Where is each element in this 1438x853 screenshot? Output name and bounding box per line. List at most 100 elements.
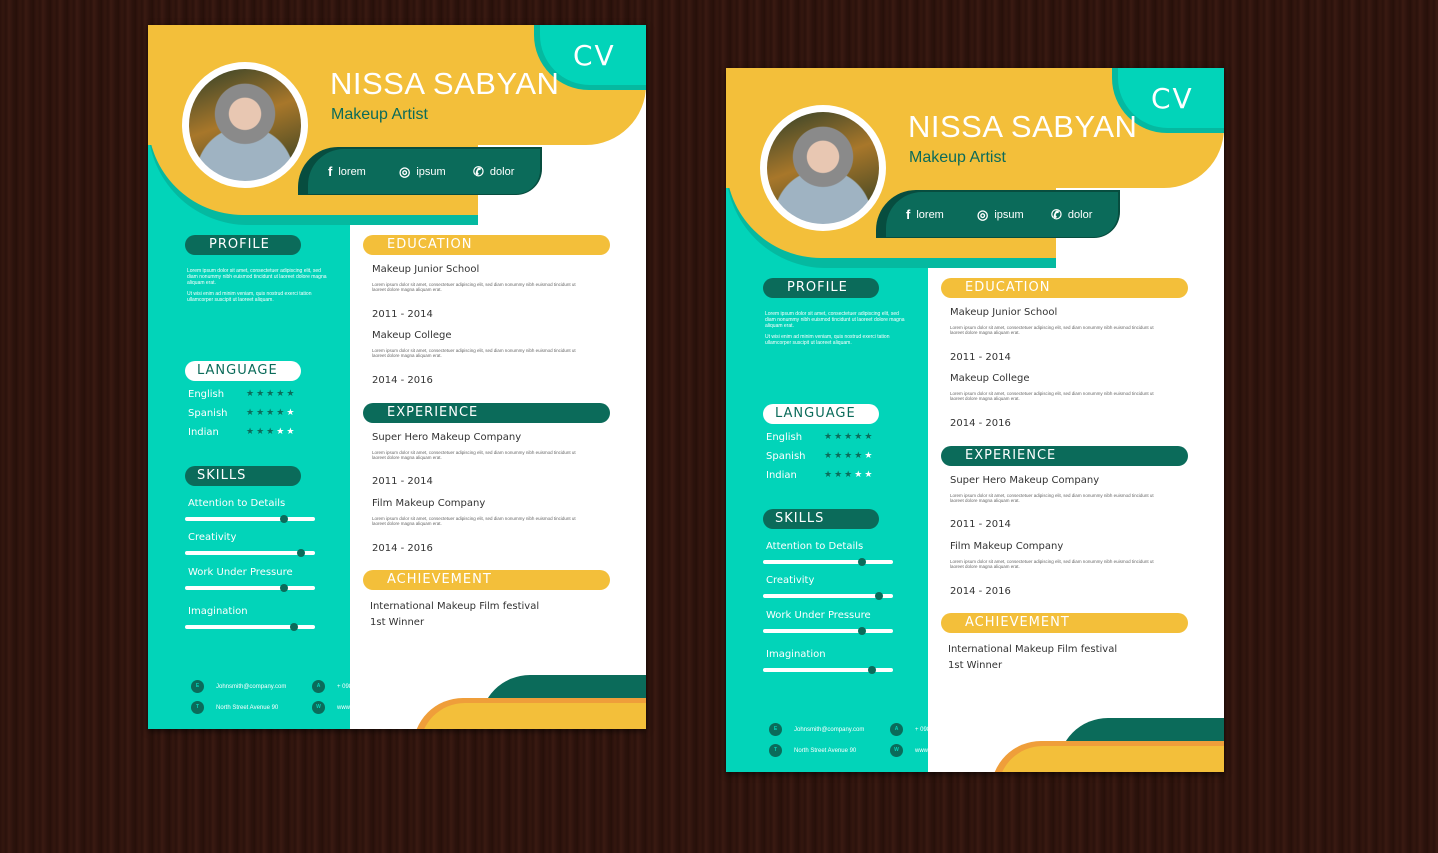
education-title: Makeup College xyxy=(372,330,452,341)
language-row: Spanish ★★★★★ xyxy=(188,408,318,419)
achievement-heading: ACHIEVEMENT xyxy=(941,613,1188,633)
contact-text: + 098209283038 xyxy=(915,726,961,733)
profile-text-1: Lorem ipsum dolor sit amet, consectetuer… xyxy=(187,268,327,286)
experience-date: 2011 - 2014 xyxy=(950,519,1011,530)
social-instagram[interactable]: ◎ ipsum xyxy=(977,207,1024,223)
social-label: lorem xyxy=(916,208,944,221)
phone-icon: A xyxy=(890,723,903,736)
language-row: Spanish ★★★★★ xyxy=(766,451,896,462)
skill-bar xyxy=(185,584,315,592)
rating-stars: ★★★★★ xyxy=(246,408,296,418)
education-text: Lorem ipsum dolor sit amet, consectetuer… xyxy=(950,391,1154,401)
achievement-line: 1st Winner xyxy=(948,660,1003,671)
experience-heading: EXPERIENCE xyxy=(941,446,1188,466)
skill-bar xyxy=(763,627,893,635)
cv-label: CV xyxy=(1151,82,1194,115)
skill-label: Creativity xyxy=(766,575,815,586)
language-name: English xyxy=(188,389,225,400)
star-filled-icon: ★ xyxy=(844,470,855,480)
profile-text-2: Ut wisi enim ad minim veniam, quis nostr… xyxy=(187,291,312,303)
cv-mockup-back: CV f lorem ◎ ipsum ✆ dolor NISSA SABYAN … xyxy=(726,68,1224,772)
star-filled-icon: ★ xyxy=(256,408,267,418)
star-filled-icon: ★ xyxy=(864,432,875,442)
language-name: Indian xyxy=(188,427,219,438)
star-filled-icon: ★ xyxy=(266,427,277,437)
rating-stars: ★★★★★ xyxy=(824,470,874,480)
person-name: NISSA SABYAN xyxy=(908,109,1138,144)
skill-label: Attention to Details xyxy=(188,498,286,509)
skill-level-dot xyxy=(857,558,866,566)
social-instagram[interactable]: ◎ ipsum xyxy=(399,164,446,180)
experience-title: Super Hero Makeup Company xyxy=(372,432,522,443)
contact-text: Johnsmith@company.com xyxy=(216,683,287,690)
social-label: lorem xyxy=(338,165,366,178)
experience-date: 2014 - 2016 xyxy=(950,586,1011,597)
language-name: English xyxy=(766,432,803,443)
contact-address[interactable]: T North Street Avenue 90 xyxy=(769,744,856,757)
skill-bar xyxy=(185,515,315,523)
contact-phone[interactable]: A + 098209283038 xyxy=(312,680,382,693)
avatar-photo xyxy=(189,69,301,181)
footer-yellow-shape xyxy=(998,746,1224,772)
person-role: Makeup Artist xyxy=(331,106,428,123)
email-icon: E xyxy=(769,723,782,736)
rating-stars: ★★★★★ xyxy=(246,389,296,399)
education-title: Makeup Junior School xyxy=(372,264,480,275)
education-date: 2011 - 2014 xyxy=(950,352,1011,363)
email-icon: E xyxy=(191,680,204,693)
star-filled-icon: ★ xyxy=(246,427,257,437)
contact-address[interactable]: T North Street Avenue 90 xyxy=(191,701,278,714)
skill-label: Imagination xyxy=(766,649,826,660)
star-filled-icon: ★ xyxy=(844,432,855,442)
skill-level-dot xyxy=(874,592,883,600)
experience-title: Super Hero Makeup Company xyxy=(950,475,1100,486)
skill-level-dot xyxy=(857,627,866,635)
star-empty-icon: ★ xyxy=(864,470,875,480)
profile-text-1: Lorem ipsum dolor sit amet, consectetuer… xyxy=(765,311,905,329)
star-empty-icon: ★ xyxy=(854,470,865,480)
education-text: Lorem ipsum dolor sit amet, consectetuer… xyxy=(372,348,576,358)
website-icon: W xyxy=(890,744,903,757)
star-filled-icon: ★ xyxy=(834,432,845,442)
contact-website[interactable]: W www.yourcompany.com xyxy=(312,701,400,714)
person-name: NISSA SABYAN xyxy=(330,66,560,101)
language-name: Spanish xyxy=(188,408,228,419)
avatar-photo xyxy=(767,112,879,224)
experience-date: 2014 - 2016 xyxy=(372,543,433,554)
language-row: Indian ★★★★★ xyxy=(766,470,896,481)
contact-email[interactable]: E Johnsmith@company.com xyxy=(769,723,864,736)
achievement-line: International Makeup Film festival xyxy=(948,644,1118,655)
social-facebook[interactable]: f lorem xyxy=(328,164,366,179)
skill-bar xyxy=(185,549,315,557)
language-row: Indian ★★★★★ xyxy=(188,427,318,438)
star-filled-icon: ★ xyxy=(854,432,865,442)
star-filled-icon: ★ xyxy=(286,389,297,399)
skill-level-dot xyxy=(279,515,288,523)
education-title: Makeup College xyxy=(950,373,1030,384)
skill-bar xyxy=(763,592,893,600)
skills-heading: SKILLS xyxy=(763,509,879,529)
contact-text: + 098209283038 xyxy=(337,683,383,690)
facebook-icon: f xyxy=(906,207,911,222)
star-filled-icon: ★ xyxy=(834,470,845,480)
contact-email[interactable]: E Johnsmith@company.com xyxy=(191,680,286,693)
star-empty-icon: ★ xyxy=(864,451,875,461)
contact-website[interactable]: W www.yourcompany.com xyxy=(890,744,978,757)
experience-text: Lorem ipsum dolor sit amet, consectetuer… xyxy=(372,516,576,526)
star-filled-icon: ★ xyxy=(256,389,267,399)
skill-bar xyxy=(185,623,315,631)
instagram-icon: ◎ xyxy=(399,164,411,179)
star-filled-icon: ★ xyxy=(256,427,267,437)
skill-bar xyxy=(763,558,893,566)
skill-label: Attention to Details xyxy=(766,541,864,552)
language-name: Indian xyxy=(766,470,797,481)
social-whatsapp[interactable]: ✆ dolor xyxy=(1051,207,1092,223)
contact-phone[interactable]: A + 098209283038 xyxy=(890,723,960,736)
education-text: Lorem ipsum dolor sit amet, consectetuer… xyxy=(950,325,1154,335)
achievement-line: International Makeup Film festival xyxy=(370,601,540,612)
social-whatsapp[interactable]: ✆ dolor xyxy=(473,164,514,180)
social-facebook[interactable]: f lorem xyxy=(906,207,944,222)
profile-text-2: Ut wisi enim ad minim veniam, quis nostr… xyxy=(765,334,890,346)
profile-heading: PROFILE xyxy=(763,278,879,298)
skill-label: Work Under Pressure xyxy=(766,610,871,621)
